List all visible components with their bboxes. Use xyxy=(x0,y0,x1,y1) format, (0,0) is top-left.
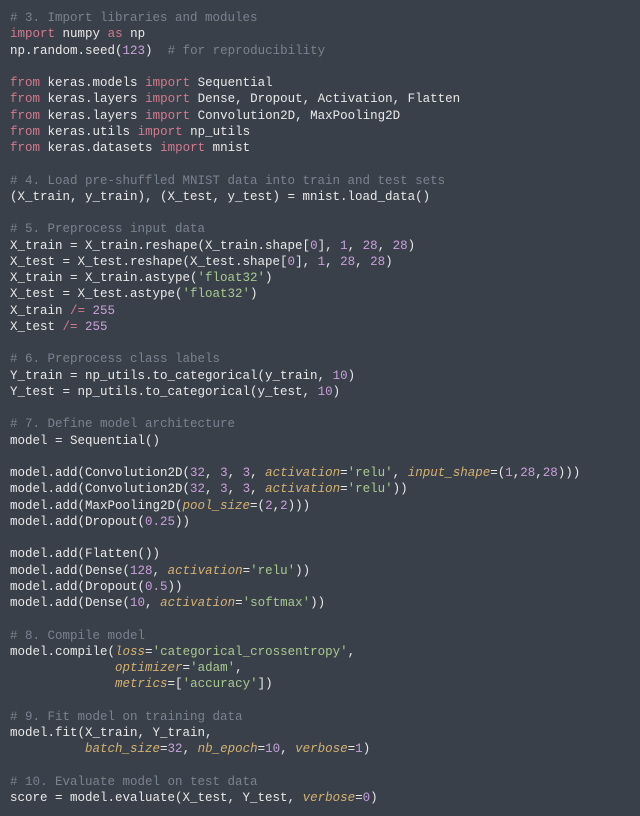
code-line xyxy=(10,611,630,627)
code-line: # 5. Preprocess input data xyxy=(10,221,630,237)
code-line: Y_test = np_utils.to_categorical(y_test,… xyxy=(10,384,630,400)
code-line: np.random.seed(123) # for reproducibilit… xyxy=(10,43,630,59)
code-line: from keras.layers import Convolution2D, … xyxy=(10,108,630,124)
code-line: from keras.utils import np_utils xyxy=(10,124,630,140)
code-line: model.add(Dense(128, activation='relu')) xyxy=(10,563,630,579)
code-line: X_test /= 255 xyxy=(10,319,630,335)
code-line: model.add(Dropout(0.25)) xyxy=(10,514,630,530)
code-line: from keras.datasets import mnist xyxy=(10,140,630,156)
code-line: score = model.evaluate(X_test, Y_test, v… xyxy=(10,790,630,806)
code-line: X_train = X_train.reshape(X_train.shape[… xyxy=(10,238,630,254)
code-line: model.add(Convolution2D(32, 3, 3, activa… xyxy=(10,481,630,497)
code-line: # 7. Define model architecture xyxy=(10,416,630,432)
code-line: model.add(Dropout(0.5)) xyxy=(10,579,630,595)
code-line: model.add(Flatten()) xyxy=(10,546,630,562)
code-line: X_train = X_train.astype('float32') xyxy=(10,270,630,286)
code-line xyxy=(10,335,630,351)
code-block: # 3. Import libraries and modulesimport … xyxy=(10,10,630,806)
code-line: # 8. Compile model xyxy=(10,628,630,644)
code-line xyxy=(10,758,630,774)
code-line: optimizer='adam', xyxy=(10,660,630,676)
code-line: Y_train = np_utils.to_categorical(y_trai… xyxy=(10,368,630,384)
code-line: batch_size=32, nb_epoch=10, verbose=1) xyxy=(10,741,630,757)
code-line: X_test = X_test.reshape(X_test.shape[0],… xyxy=(10,254,630,270)
code-line xyxy=(10,205,630,221)
code-line: metrics=['accuracy']) xyxy=(10,676,630,692)
code-line xyxy=(10,693,630,709)
code-line: model = Sequential() xyxy=(10,433,630,449)
code-line: model.compile(loss='categorical_crossent… xyxy=(10,644,630,660)
code-line: model.add(Dense(10, activation='softmax'… xyxy=(10,595,630,611)
code-line xyxy=(10,156,630,172)
code-line: model.fit(X_train, Y_train, xyxy=(10,725,630,741)
code-line: model.add(Convolution2D(32, 3, 3, activa… xyxy=(10,465,630,481)
code-line: (X_train, y_train), (X_test, y_test) = m… xyxy=(10,189,630,205)
code-line xyxy=(10,449,630,465)
code-line: # 9. Fit model on training data xyxy=(10,709,630,725)
code-line: X_test = X_test.astype('float32') xyxy=(10,286,630,302)
code-line: from keras.models import Sequential xyxy=(10,75,630,91)
code-line: # 6. Preprocess class labels xyxy=(10,351,630,367)
code-line: # 3. Import libraries and modules xyxy=(10,10,630,26)
code-line: # 10. Evaluate model on test data xyxy=(10,774,630,790)
code-line: model.add(MaxPooling2D(pool_size=(2,2))) xyxy=(10,498,630,514)
code-line: X_train /= 255 xyxy=(10,303,630,319)
code-line: from keras.layers import Dense, Dropout,… xyxy=(10,91,630,107)
code-line: import numpy as np xyxy=(10,26,630,42)
code-line xyxy=(10,400,630,416)
code-line xyxy=(10,530,630,546)
code-line xyxy=(10,59,630,75)
code-line: # 4. Load pre-shuffled MNIST data into t… xyxy=(10,173,630,189)
